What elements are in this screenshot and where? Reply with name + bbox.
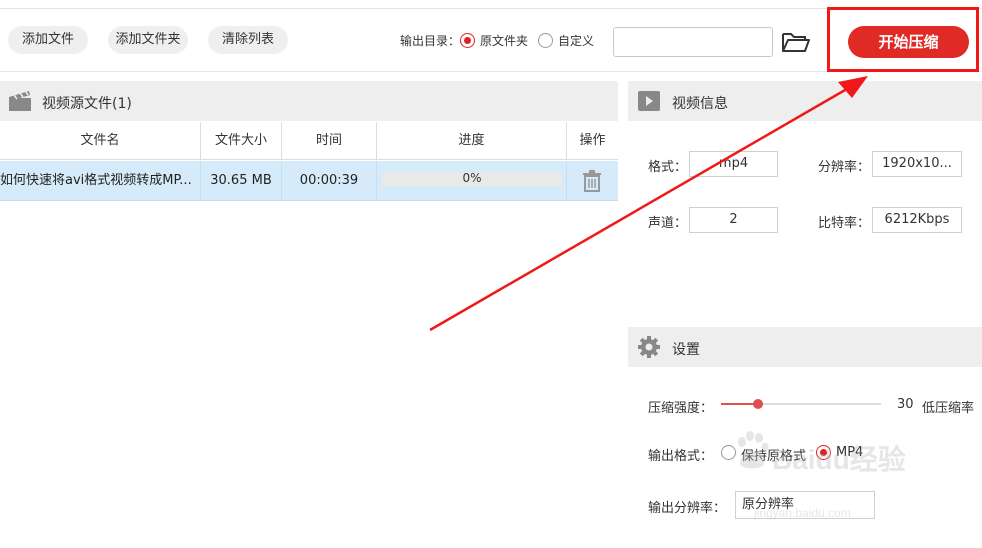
source-folder-label[interactable]: 原文件夹 (480, 32, 528, 49)
strength-description: 低压缩率 (922, 401, 975, 416)
baidu-watermark: Baidu经验 jingyan.baidu.com (734, 428, 934, 528)
strength-slider-handle[interactable] (752, 399, 763, 409)
channel-value: 2 (689, 207, 778, 233)
film-clapper-icon (8, 90, 32, 112)
file-table-header: 文件名 文件大小 时间 进度 操作 (0, 122, 618, 160)
trash-icon[interactable] (582, 170, 602, 192)
resolution-label: 分辨率： (818, 160, 871, 175)
resolution-value: 1920x10... (872, 151, 962, 177)
col-filename: 文件名 (0, 122, 201, 160)
col-progress: 进度 (377, 122, 567, 160)
custom-dir-label[interactable]: 自定义 (558, 32, 594, 49)
col-actions: 操作 (579, 133, 606, 148)
add-file-button[interactable]: 添加文件 (8, 26, 88, 54)
folder-open-icon[interactable] (781, 30, 811, 54)
paw-logo-icon (738, 431, 769, 469)
strength-value: 30 (897, 397, 914, 412)
video-info-title: 视频信息 (672, 96, 728, 112)
output-path-input[interactable] (613, 27, 773, 57)
format-value: mp4 (689, 151, 778, 177)
file-panel-title: 视频源文件(1) (42, 96, 132, 112)
file-panel-header: 视频源文件(1) (0, 81, 618, 121)
add-folder-button[interactable]: 添加文件夹 (108, 26, 188, 54)
custom-dir-radio[interactable] (538, 33, 553, 48)
settings-header: 设置 (628, 327, 982, 367)
bitrate-label: 比特率： (818, 216, 871, 231)
bitrate-value: 6212Kbps (872, 207, 962, 233)
video-info-header: 视频信息 (628, 81, 982, 121)
progress-text: 0% (462, 171, 482, 185)
source-folder-radio[interactable] (460, 33, 475, 48)
start-button-highlight (827, 7, 979, 72)
video-play-icon (638, 91, 660, 111)
row-filename: 如何快速将avi格式视频转成MP... (0, 161, 201, 201)
gear-icon (638, 336, 660, 358)
output-resolution-label: 输出分辨率： (648, 501, 727, 516)
output-dir-label: 输出目录： (400, 34, 461, 48)
col-filesize: 文件大小 (201, 122, 282, 160)
settings-title: 设置 (672, 342, 700, 358)
watermark-brand: Baidu经验 (772, 444, 906, 475)
channel-label: 声道： (648, 216, 688, 231)
col-time: 时间 (282, 122, 377, 160)
output-format-label: 输出格式： (648, 449, 714, 464)
watermark-url: jingyan.baidu.com (754, 506, 851, 520)
row-time: 00:00:39 (282, 161, 377, 201)
row-filesize: 30.65 MB (201, 161, 282, 201)
strength-label: 压缩强度： (648, 401, 714, 416)
format-label: 格式： (648, 160, 688, 175)
clear-list-button[interactable]: 清除列表 (208, 26, 288, 54)
strength-slider[interactable] (721, 403, 881, 405)
